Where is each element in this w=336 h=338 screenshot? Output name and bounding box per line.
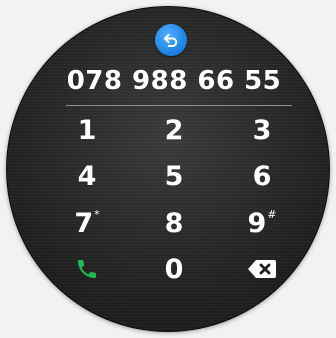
key-0[interactable]: 0 [144,251,204,287]
back-button[interactable] [155,24,187,56]
key-1-label: 1 [77,114,97,146]
delete-button[interactable] [232,251,292,287]
key-8-label: 8 [164,207,184,239]
key-5-label: 5 [164,160,184,192]
watch-face: 078 988 66 55 1 2 3 4 5 6 7 * 8 9 # 0 [6,6,330,332]
key-9-label: 9 [247,207,267,239]
key-8[interactable]: 8 [144,205,204,241]
key-2-label: 2 [164,114,184,146]
key-7[interactable]: 7 * [57,205,117,241]
key-1[interactable]: 1 [57,112,117,148]
key-6[interactable]: 6 [232,158,292,194]
phone-call-icon [78,260,96,278]
call-button[interactable] [57,251,117,287]
back-arrow-icon [164,33,178,47]
backspace-icon [248,260,276,278]
divider [66,105,292,106]
key-7-label: 7 [74,207,94,239]
key-4-label: 4 [77,160,97,192]
key-3[interactable]: 3 [232,112,292,148]
key-6-label: 6 [252,160,272,192]
key-0-label: 0 [164,253,184,285]
key-9[interactable]: 9 # [232,205,292,241]
key-5[interactable]: 5 [144,158,204,194]
key-2[interactable]: 2 [144,112,204,148]
dialed-number: 078 988 66 55 [66,66,282,96]
key-4[interactable]: 4 [57,158,117,194]
key-7-symbol: * [94,208,100,221]
key-3-label: 3 [252,114,272,146]
key-9-symbol: # [267,208,277,221]
